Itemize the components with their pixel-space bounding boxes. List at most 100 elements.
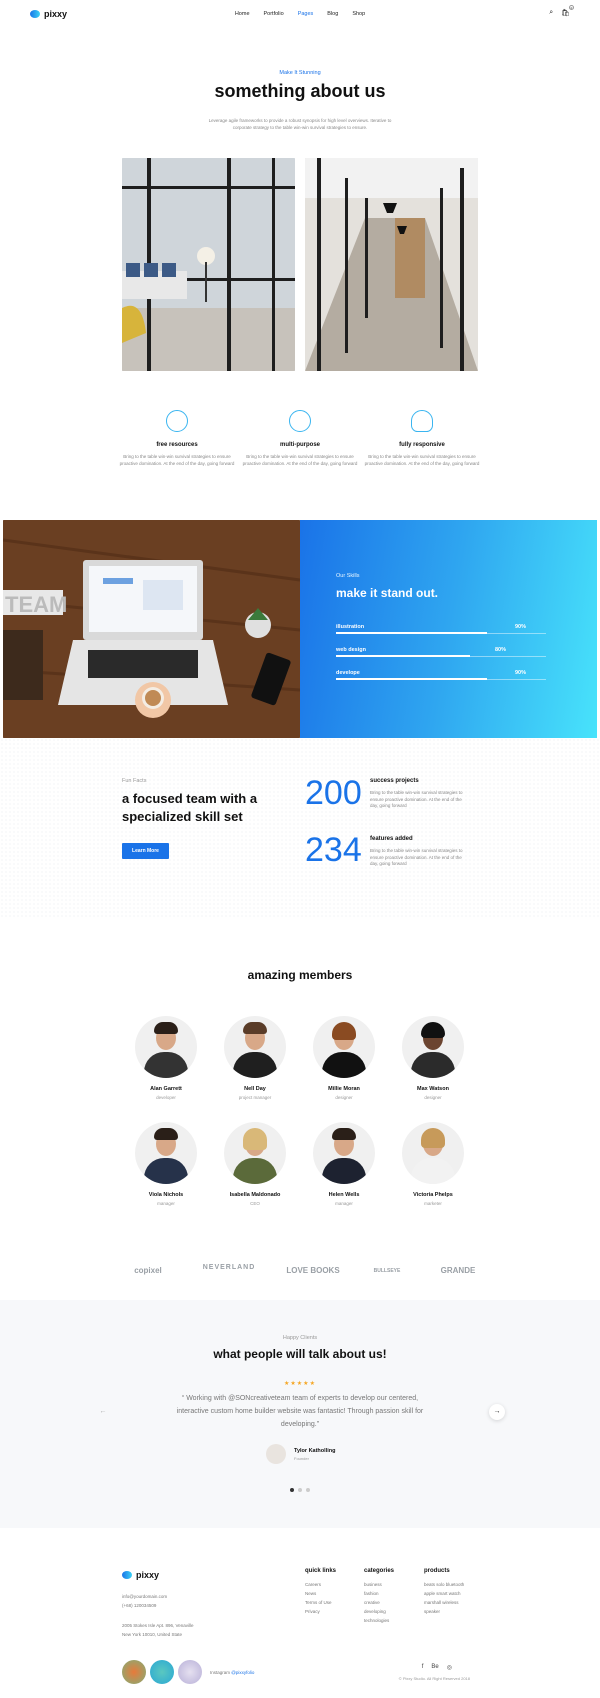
next-arrow-icon[interactable]: → [489, 1404, 505, 1420]
slider-dot[interactable] [290, 1488, 294, 1492]
header-icons: ⌕ 🛍 0 [549, 5, 574, 17]
skill-percent: 90% [514, 624, 526, 630]
nav-pages[interactable]: Pages [298, 11, 314, 17]
member-role: designer [424, 1095, 442, 1100]
nav-blog[interactable]: Blog [327, 11, 338, 17]
facts-title: a focused team with a specialized skill … [122, 791, 258, 824]
instagram-handle-link[interactable]: @pixxyfolio [231, 1670, 254, 1675]
cart-count-badge: 0 [569, 5, 574, 10]
footer-column-products: products beats solo bluetooth apple smar… [424, 1568, 464, 1616]
feature-multi-purpose: multi-purpose Bring to the table win-win… [240, 410, 360, 467]
skill-illustration: illustration 90% [336, 624, 546, 634]
instagram-photo[interactable] [150, 1660, 174, 1684]
footer-logo-text: pixxy [136, 1570, 160, 1580]
footer-logo[interactable]: pixxy [122, 1570, 159, 1580]
stat-title: success projects [370, 778, 419, 784]
nav-home[interactable]: Home [235, 11, 250, 17]
footer-link[interactable]: creative [364, 1598, 394, 1607]
desk-laptop-photo: TEAM [3, 520, 300, 738]
lightbulb-icon [411, 410, 433, 432]
svg-text:TEAM: TEAM [5, 592, 67, 617]
footer-link[interactable]: technologies [364, 1616, 394, 1625]
member-role: marketer [424, 1201, 442, 1206]
office-photo-right [305, 158, 478, 371]
footer-link[interactable]: beats solo bluetooth [424, 1580, 464, 1589]
prev-arrow-icon[interactable]: ← [95, 1404, 111, 1420]
footer-link[interactable]: Careers [305, 1580, 336, 1589]
slider-dot[interactable] [298, 1488, 302, 1492]
instagram-label-text: Instagram [210, 1670, 231, 1675]
member-name: Isabella Maldonado [229, 1192, 281, 1198]
footer-link[interactable]: News [305, 1589, 336, 1598]
member-name: Victoria Phelps [413, 1192, 453, 1198]
footer-link[interactable]: speaker [424, 1607, 464, 1616]
member-card[interactable]: Max Watson designer [393, 1016, 473, 1100]
footer-link[interactable]: Privacy [305, 1607, 336, 1616]
avatar [135, 1016, 197, 1078]
member-name: Alan Garrett [150, 1086, 182, 1092]
skill-percent: 90% [514, 670, 526, 676]
dribbble-icon[interactable]: ◎ [447, 1664, 452, 1671]
member-card[interactable]: Helen Wells manager [304, 1122, 384, 1206]
member-name: Helen Wells [328, 1192, 360, 1198]
learn-more-button[interactable]: Learn More [122, 843, 169, 859]
feature-title: multi-purpose [280, 442, 320, 448]
member-card[interactable]: Victoria Phelps marketer [393, 1122, 473, 1206]
nav-portfolio[interactable]: Portfolio [264, 11, 284, 17]
footer-link[interactable]: fashion [364, 1589, 394, 1598]
stat-desc: Bring to the table win-win survival stra… [370, 848, 463, 866]
facts-eyebrow: Fun Facts [122, 778, 147, 784]
avatar [135, 1122, 197, 1184]
skill-label: web design [336, 647, 366, 653]
member-role: designer [335, 1095, 353, 1100]
footer-link[interactable]: developing [364, 1607, 394, 1616]
footer-link[interactable]: marshall wireless [424, 1598, 464, 1607]
brand-neverland: NEVERLAND [202, 1264, 256, 1271]
feature-desc: Bring to the table win-win survival stra… [242, 454, 358, 466]
avatar [402, 1122, 464, 1184]
facebook-icon[interactable]: f [422, 1664, 424, 1671]
member-card[interactable]: Millie Moran designer [304, 1016, 384, 1100]
feature-title: fully responsive [399, 442, 445, 448]
author-avatar [266, 1444, 286, 1464]
member-card[interactable]: Alan Garrett developer [126, 1016, 206, 1100]
brand-copixel: copixel [134, 1266, 162, 1275]
member-card[interactable]: Viola Nichols manager [126, 1122, 206, 1206]
instagram-photo[interactable] [122, 1660, 146, 1684]
member-card[interactable]: Isabella Maldonado CEO [215, 1122, 295, 1206]
footer-link[interactable]: apple smart watch [424, 1589, 464, 1598]
instagram-photo[interactable] [178, 1660, 202, 1684]
slider-dot[interactable] [306, 1488, 310, 1492]
brand-love-books: LOVE BOOKS [286, 1266, 340, 1275]
instagram-label: Instagram @pixxyfolio [210, 1669, 254, 1676]
testimonials-eyebrow: Happy Clients [282, 1335, 318, 1341]
feature-title: free resources [156, 442, 198, 448]
skill-track [336, 655, 546, 657]
nav-shop[interactable]: Shop [352, 11, 365, 17]
stat-number: 200 [305, 774, 362, 812]
search-icon[interactable]: ⌕ [549, 9, 553, 17]
footer-link[interactable]: Terms of Use [305, 1598, 336, 1607]
member-role: manager [335, 1201, 353, 1206]
author-role: Founder [294, 1456, 309, 1461]
stat-number: 234 [305, 831, 362, 869]
skill-fill [336, 632, 488, 634]
avatar [402, 1016, 464, 1078]
footer-address-1: 2005 Stokes Isle Apt. 896, Venaville [122, 1623, 194, 1628]
footer-phone: (+68) 120034509 [122, 1603, 157, 1608]
footer-column-categories: categories business fashion creative dev… [364, 1568, 394, 1625]
footer-email[interactable]: info@yourdomain.com [122, 1593, 167, 1600]
skill-label: illustration [336, 624, 365, 630]
feature-desc: Bring to the table win-win survival stra… [364, 454, 480, 466]
feature-desc: Bring to the table win-win survival stra… [119, 454, 235, 466]
feature-fully-responsive: fully responsive Bring to the table win-… [362, 410, 482, 467]
avatar [313, 1122, 375, 1184]
member-card[interactable]: Nell Day project manager [215, 1016, 295, 1100]
cart-icon[interactable]: 🛍 0 [561, 5, 574, 17]
footer-link[interactable]: business [364, 1580, 394, 1589]
stat-title: features added [370, 836, 413, 842]
behance-icon[interactable]: Be [431, 1664, 438, 1671]
skill-track [336, 632, 546, 634]
skill-fill [336, 655, 471, 657]
member-name: Nell Day [244, 1086, 266, 1092]
